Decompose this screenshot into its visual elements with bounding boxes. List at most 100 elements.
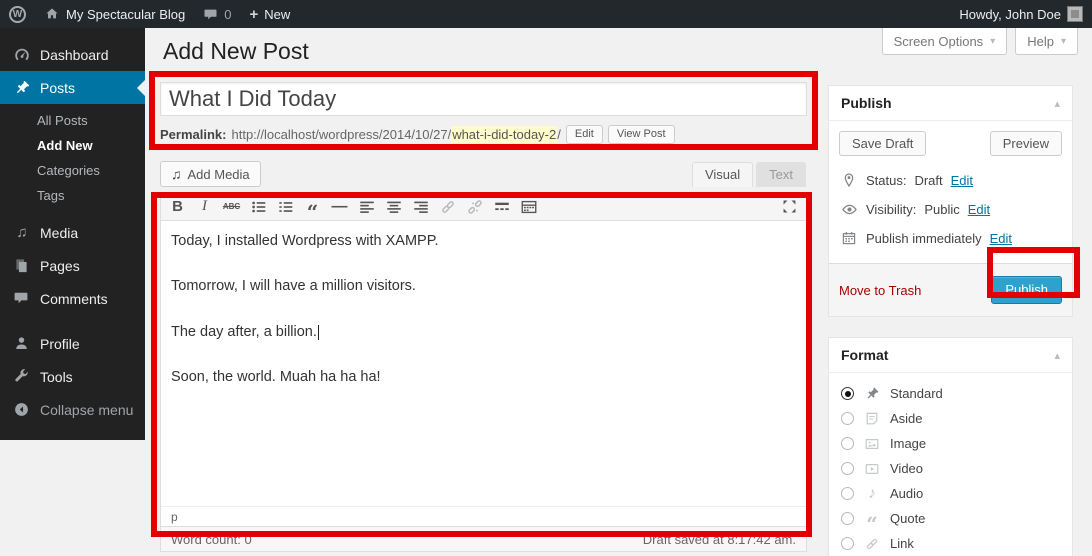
sidebar-item-label: Media <box>40 225 78 241</box>
format-option-link[interactable]: Link <box>841 531 1060 556</box>
comments-bubble-link[interactable]: 0 <box>194 0 240 28</box>
view-post-button[interactable]: View Post <box>608 125 675 144</box>
profile-icon <box>13 335 31 353</box>
permalink-slug[interactable]: what-i-did-today-2 <box>451 126 557 143</box>
radio-button[interactable] <box>841 412 854 425</box>
remove-link-button[interactable] <box>461 195 488 219</box>
tab-text[interactable]: Text <box>756 162 806 187</box>
publish-box-title: Publish <box>841 95 892 111</box>
sidebar-item-categories[interactable]: Categories <box>0 158 145 183</box>
aside-icon <box>863 410 881 428</box>
format-option-aside[interactable]: Aside <box>841 406 1060 431</box>
howdy-label: Howdy, John Doe <box>959 7 1061 22</box>
editor-paragraph: Today, I installed Wordpress with XAMPP. <box>171 233 796 250</box>
video-icon <box>863 460 881 478</box>
blockquote-button[interactable]: “ <box>299 195 326 219</box>
format-option-standard[interactable]: Standard <box>841 381 1060 406</box>
publish-button[interactable]: Publish <box>991 276 1062 304</box>
audio-icon: ♪ <box>863 485 881 503</box>
bullet-list-button[interactable] <box>245 195 272 219</box>
format-option-image[interactable]: Image <box>841 431 1060 456</box>
permalink-trailing-slash: / <box>557 127 561 142</box>
editor-content[interactable]: Today, I installed Wordpress with XAMPP.… <box>161 221 806 506</box>
edit-status-link[interactable]: Edit <box>951 173 973 188</box>
element-path-label[interactable]: p <box>171 510 178 524</box>
permalink-base: http://localhost/wordpress/2014/10/27/ <box>231 127 451 142</box>
comments-icon <box>13 290 31 308</box>
format-option-quote[interactable]: “ Quote <box>841 506 1060 531</box>
site-name-link[interactable]: My Spectacular Blog <box>35 0 194 28</box>
autosave-message: Draft saved at 8:17:42 am. <box>643 532 796 547</box>
post-title-input[interactable] <box>160 82 807 116</box>
sidebar-item-dashboard[interactable]: Dashboard <box>0 38 145 71</box>
bold-button[interactable]: B <box>164 195 191 219</box>
sidebar-item-tags[interactable]: Tags <box>0 183 145 208</box>
format-option-label: Standard <box>890 386 943 401</box>
move-to-trash-link[interactable]: Move to Trash <box>839 283 921 298</box>
strikethrough-button[interactable]: ABC <box>218 195 245 219</box>
publish-metabox-header[interactable]: Publish ▴ <box>829 86 1072 121</box>
edit-permalink-button[interactable]: Edit <box>566 125 603 144</box>
add-media-button[interactable]: ♫ Add Media <box>160 161 261 187</box>
screen-options-button[interactable]: Screen Options ▾ <box>882 28 1008 55</box>
sidebar-item-all-posts[interactable]: All Posts <box>0 108 145 133</box>
submenu-label: Tags <box>37 188 64 203</box>
sidebar-item-posts[interactable]: Posts <box>0 71 145 104</box>
editor-element-path: p <box>161 506 806 526</box>
collapse-toggle-icon[interactable]: ▴ <box>1054 349 1060 362</box>
format-metabox: Format ▴ Standard <box>828 337 1073 556</box>
new-content-menu[interactable]: + New <box>240 0 299 28</box>
sidebar-item-tools[interactable]: Tools <box>0 360 145 393</box>
radio-button[interactable] <box>841 537 854 550</box>
link-icon <box>439 198 457 216</box>
tab-visual[interactable]: Visual <box>692 162 753 187</box>
help-button[interactable]: Help ▾ <box>1015 28 1078 55</box>
minor-publishing-actions: Save Draft Preview <box>839 131 1062 156</box>
align-right-button[interactable] <box>407 195 434 219</box>
format-option-label: Quote <box>890 511 925 526</box>
screen-meta: Screen Options ▾ Help ▾ <box>882 28 1078 55</box>
sidebar-item-media[interactable]: ♫ Media <box>0 216 145 249</box>
sidebar-item-comments[interactable]: Comments <box>0 282 145 315</box>
wordpress-logo-menu[interactable]: W <box>0 0 35 28</box>
numbered-list-button[interactable] <box>272 195 299 219</box>
fullscreen-button[interactable] <box>776 195 803 219</box>
toolbar-toggle-button[interactable] <box>515 195 542 219</box>
align-center-button[interactable] <box>380 195 407 219</box>
plus-icon: + <box>249 6 258 23</box>
align-left-button[interactable] <box>353 195 380 219</box>
horizontal-rule-button[interactable]: — <box>326 195 353 219</box>
add-media-label: Add Media <box>188 167 250 182</box>
sidebar-item-profile[interactable]: Profile <box>0 327 145 360</box>
italic-button[interactable]: I <box>191 195 218 219</box>
align-left-icon <box>358 198 376 216</box>
radio-button[interactable] <box>841 387 854 400</box>
sidebar-item-add-new[interactable]: Add New <box>0 133 145 158</box>
numbered-list-icon <box>277 198 295 216</box>
chevron-down-icon: ▾ <box>1061 36 1066 47</box>
radio-button[interactable] <box>841 462 854 475</box>
fullscreen-icon <box>781 198 798 215</box>
more-tag-button[interactable] <box>488 195 515 219</box>
sidebar-item-pages[interactable]: Pages <box>0 249 145 282</box>
format-option-label: Aside <box>890 411 923 426</box>
format-metabox-header[interactable]: Format ▴ <box>829 338 1072 373</box>
sidebar-item-label: Dashboard <box>40 47 109 63</box>
radio-button[interactable] <box>841 487 854 500</box>
my-account-menu[interactable]: Howdy, John Doe <box>950 0 1092 28</box>
radio-button[interactable] <box>841 512 854 525</box>
edit-schedule-link[interactable]: Edit <box>990 231 1012 246</box>
pushpin-icon <box>863 385 881 403</box>
format-option-video[interactable]: Video <box>841 456 1060 481</box>
quote-icon: “ <box>863 510 881 528</box>
collapse-toggle-icon[interactable]: ▴ <box>1054 97 1060 110</box>
insert-link-button[interactable] <box>434 195 461 219</box>
visibility-row: Visibility: Public Edit <box>839 195 1062 224</box>
format-option-audio[interactable]: ♪ Audio <box>841 481 1060 506</box>
content-area: Add New Post Screen Options ▾ Help ▾ Per… <box>145 28 1092 556</box>
sidebar-item-collapse-menu[interactable]: Collapse menu <box>0 393 145 426</box>
preview-button[interactable]: Preview <box>990 131 1062 156</box>
radio-button[interactable] <box>841 437 854 450</box>
save-draft-button[interactable]: Save Draft <box>839 131 926 156</box>
edit-visibility-link[interactable]: Edit <box>968 202 990 217</box>
